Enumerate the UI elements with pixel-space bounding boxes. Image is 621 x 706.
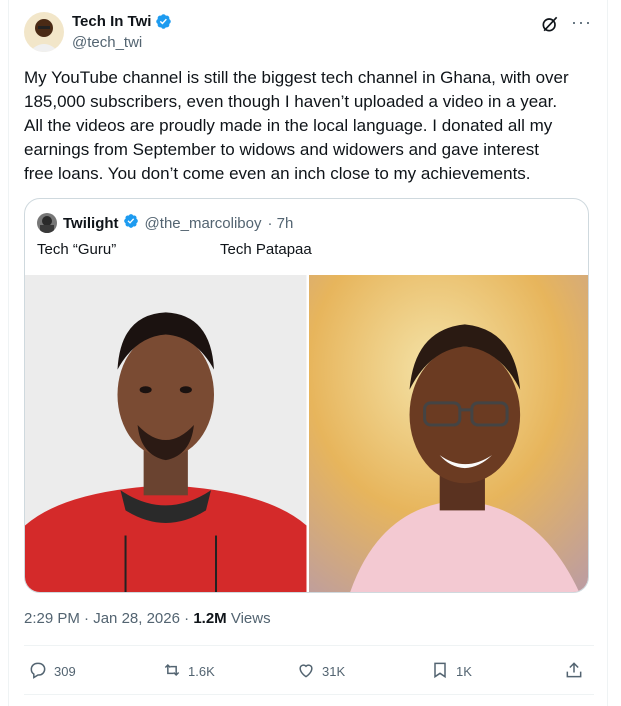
tweet-date[interactable]: Jan 28, 2026 — [93, 610, 180, 627]
quote-author-handle: @the_marcoliboy — [144, 214, 262, 232]
like-icon — [296, 660, 316, 683]
bookmark-count: 1K — [456, 664, 472, 679]
quote-time: · 7h — [267, 214, 294, 232]
views-label: Views — [230, 610, 271, 627]
action-bar: 309 1.6K 31K 1K — [24, 660, 594, 684]
quote-image-right[interactable] — [308, 275, 588, 592]
author-name[interactable]: Tech In Twi — [72, 13, 151, 30]
meta-separator: · — [184, 610, 194, 627]
repost-icon — [162, 660, 182, 683]
tweet-time[interactable]: 2:29 PM — [24, 610, 80, 627]
quote-media[interactable] — [25, 275, 588, 592]
like-count: 31K — [322, 664, 346, 679]
meta-separator: · — [84, 610, 94, 627]
author-name-row: Tech In Twi — [72, 13, 172, 30]
tweet-text: My YouTube channel is still the biggest … — [24, 68, 569, 183]
more-icon[interactable]: ··· — [571, 12, 592, 33]
bookmark-button[interactable]: 1K — [430, 660, 472, 683]
repost-button[interactable]: 1.6K — [162, 660, 215, 683]
share-button[interactable] — [564, 660, 584, 683]
divider — [24, 694, 594, 695]
quote-author-name: Twilight — [63, 214, 119, 232]
share-icon — [564, 660, 584, 683]
like-button[interactable]: 31K — [296, 660, 345, 683]
bookmark-icon — [430, 660, 450, 683]
views-count: 1.2M — [193, 610, 227, 627]
quote-avatar — [37, 213, 57, 233]
quote-header: Twilight @the_marcoliboy · 7h — [37, 213, 293, 233]
reply-button[interactable]: 309 — [28, 660, 76, 683]
repost-count: 1.6K — [188, 664, 215, 679]
verified-badge-icon — [123, 213, 139, 233]
tweet-header: Tech In Twi @tech_twi ··· — [24, 10, 596, 56]
grok-icon[interactable] — [540, 14, 560, 34]
tweet-meta: 2:29 PM · Jan 28, 2026 · 1.2M Views — [24, 610, 271, 627]
divider — [24, 645, 594, 646]
reply-count: 309 — [54, 664, 76, 679]
quote-image-left[interactable] — [25, 275, 307, 592]
author-avatar[interactable] — [24, 12, 64, 52]
quote-caption-right: Tech Patapaa — [220, 241, 312, 258]
quote-caption-left: Tech “Guru” — [37, 241, 117, 258]
quoted-tweet[interactable]: Twilight @the_marcoliboy · 7h Tech “Guru… — [24, 198, 589, 593]
verified-badge-icon — [155, 13, 172, 30]
author-handle[interactable]: @tech_twi — [72, 34, 142, 51]
reply-icon — [28, 660, 48, 683]
